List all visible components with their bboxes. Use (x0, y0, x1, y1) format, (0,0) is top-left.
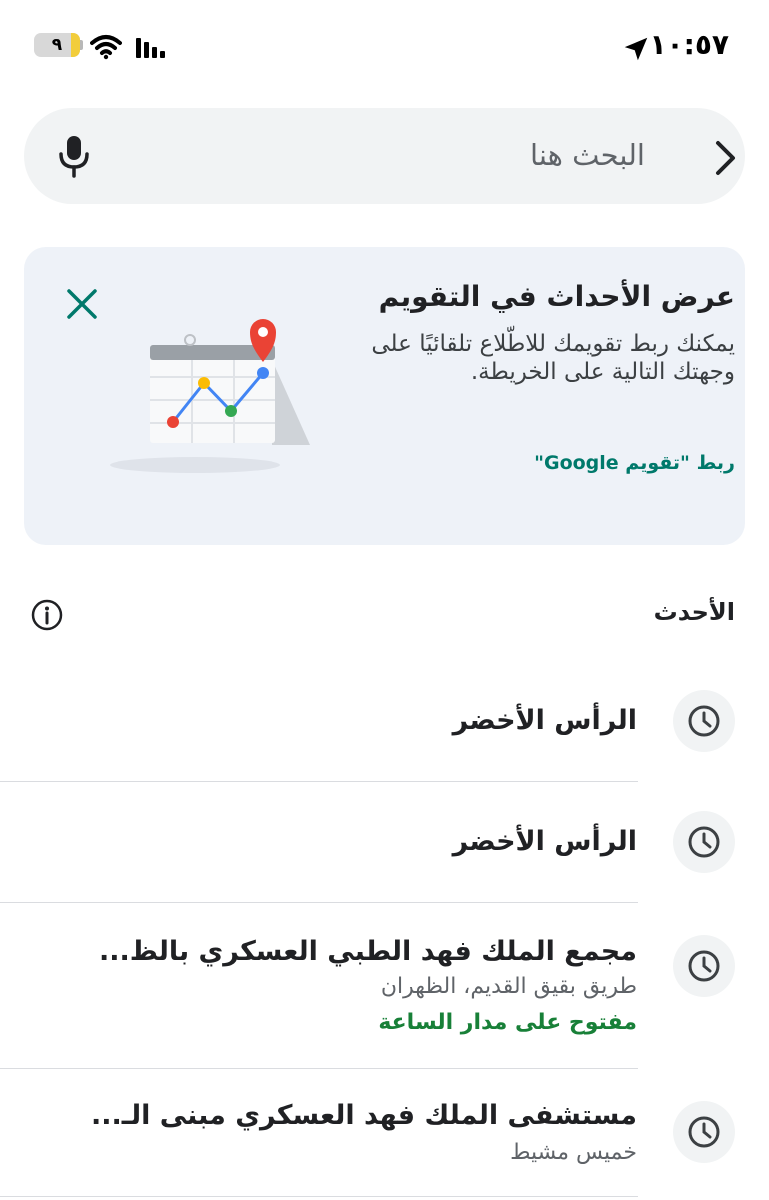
battery-level: ٩ (51, 35, 63, 55)
calendar-map-illustration (110, 319, 310, 473)
clock-icon (673, 690, 735, 752)
recent-item-title[interactable]: الرأس الأخضر (453, 705, 637, 736)
divider (0, 1196, 638, 1197)
card-description: يمكنك ربط تقويمك للاطّلاع تلقائيًا على و… (371, 331, 735, 385)
wifi-icon (90, 35, 122, 60)
info-icon[interactable] (30, 598, 64, 632)
battery-icon: ٩ (34, 33, 80, 57)
recent-item-title[interactable]: الرأس الأخضر (453, 826, 637, 857)
recent-section-title: الأحدث (653, 598, 735, 626)
divider (0, 902, 638, 903)
battery-cap (80, 40, 83, 50)
microphone-icon[interactable] (56, 134, 92, 178)
connect-calendar-link[interactable]: ربط "تقويم Google" (534, 452, 735, 474)
recent-item-address: طريق بقيق القديم، الظهران (380, 974, 637, 999)
recent-item-title[interactable]: مجمع الملك فهد الطبي العسكري بالظ... (99, 936, 637, 967)
cellular-signal-icon (136, 38, 165, 58)
search-input[interactable]: البحث هنا (530, 138, 645, 172)
card-title: عرض الأحداث في التقويم (378, 280, 735, 313)
chevron-back-icon[interactable] (705, 138, 745, 178)
clock-icon (673, 811, 735, 873)
clock-icon (673, 1101, 735, 1163)
location-arrow-icon (624, 37, 648, 61)
clock-icon (673, 935, 735, 997)
recent-item-title[interactable]: مستشفى الملك فهد العسكري مبنى الـ... (91, 1100, 637, 1131)
status-time: ١٠:٥٧ (649, 28, 729, 61)
open-status: مفتوح على مدار الساعة (378, 1010, 637, 1035)
divider (0, 1068, 638, 1069)
recent-item-address: خميس مشيط (510, 1140, 637, 1165)
close-icon[interactable] (64, 286, 100, 322)
divider (0, 781, 638, 782)
